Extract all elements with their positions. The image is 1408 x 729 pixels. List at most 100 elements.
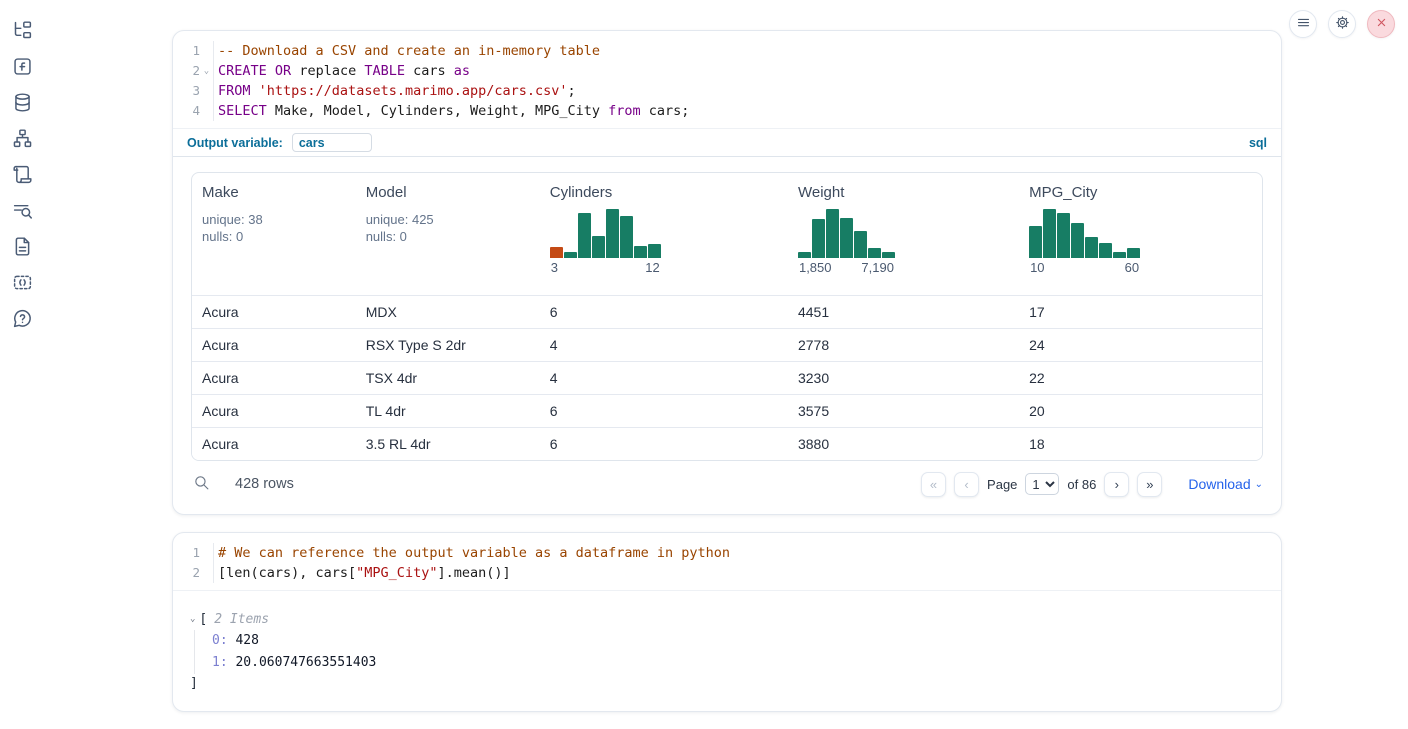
sidebar-item-file-explorer[interactable] <box>11 21 33 43</box>
table-row: AcuraMDX6445117 <box>192 295 1262 328</box>
tree-value: 428 <box>228 633 259 648</box>
code-text: CREATE OR replace TABLE cars as <box>213 61 470 81</box>
output-tree: ⌄ [ 2 Items 0: 4281: 20.060747663551403 … <box>173 590 1281 694</box>
file-explorer-icon <box>12 20 33 44</box>
sidebar-item-scratchpad[interactable] <box>11 165 33 187</box>
menu-button[interactable] <box>1289 10 1317 38</box>
tree-key: 1: <box>212 655 228 670</box>
close-button[interactable] <box>1367 10 1395 38</box>
column-label: Make <box>202 184 346 201</box>
table-cell: 6 <box>540 427 788 460</box>
documentation-icon <box>12 236 33 260</box>
last-page-button[interactable]: » <box>1137 472 1162 497</box>
column-header-model[interactable]: Modelunique: 425nulls: 0 <box>356 173 540 295</box>
column-header-cylinders[interactable]: Cylinders312 <box>540 173 788 295</box>
table-cell: Acura <box>192 394 356 427</box>
gear-icon <box>1335 15 1350 33</box>
page-label: Page <box>987 477 1017 492</box>
histogram-bar <box>578 213 591 258</box>
histogram-bar <box>1099 243 1112 258</box>
axis-max-label: 7,190 <box>861 260 894 275</box>
close-icon <box>1374 15 1389 33</box>
table-cell: Acura <box>192 361 356 394</box>
output-variable-input[interactable] <box>292 133 372 152</box>
page-select[interactable]: 1 <box>1025 473 1059 495</box>
table-row: AcuraRSX Type S 2dr4277824 <box>192 328 1262 361</box>
fold-chevron-icon <box>200 101 213 121</box>
data-sources-icon <box>12 92 33 116</box>
column-header-make[interactable]: Make unique: 38nulls: 0 <box>192 173 356 295</box>
table-cell: Acura <box>192 295 356 328</box>
axis-min-label: 1,850 <box>799 260 832 275</box>
snippets-icon <box>12 272 33 296</box>
line-number: 1 <box>173 41 200 61</box>
next-page-button[interactable]: › <box>1104 472 1129 497</box>
column-label: Weight <box>798 184 1009 201</box>
column-header-mpg_city[interactable]: MPG_City1060 <box>1019 173 1262 295</box>
code-line[interactable]: 3FROM 'https://datasets.marimo.app/cars.… <box>173 81 1281 101</box>
items-count-label: 2 Items <box>214 612 269 627</box>
tree-key: 0: <box>212 633 228 648</box>
code-line[interactable]: 2⌄CREATE OR replace TABLE cars as <box>173 61 1281 81</box>
sidebar <box>0 0 44 729</box>
line-number: 4 <box>173 101 200 121</box>
histogram-bar <box>1057 213 1070 258</box>
collapse-chevron-icon[interactable]: ⌄ <box>190 614 195 624</box>
table-cell: 24 <box>1019 328 1262 361</box>
column-stats: unique: 38nulls: 0 <box>202 211 346 245</box>
axis-min-label: 10 <box>1030 260 1044 275</box>
table-cell: 6 <box>540 394 788 427</box>
table-cell: 18 <box>1019 427 1262 460</box>
code-line[interactable]: 4SELECT Make, Model, Cylinders, Weight, … <box>173 101 1281 121</box>
table-cell: 4 <box>540 328 788 361</box>
histogram-bar <box>620 216 633 258</box>
dependency-graph-icon <box>12 128 33 152</box>
settings-button[interactable] <box>1328 10 1356 38</box>
search-button[interactable] <box>191 474 212 494</box>
column-histogram: 1,850 7,190 <box>798 207 895 275</box>
histogram-bar <box>1029 226 1042 258</box>
sidebar-item-snippets[interactable] <box>11 273 33 295</box>
sidebar-item-dependency-graph[interactable] <box>11 129 33 151</box>
sidebar-item-data-sources[interactable] <box>11 93 33 115</box>
column-stats: unique: 425nulls: 0 <box>366 211 530 245</box>
table-cell: 4 <box>540 361 788 394</box>
table-cell: MDX <box>356 295 540 328</box>
sidebar-item-logs[interactable] <box>11 201 33 223</box>
fold-chevron-icon <box>200 41 213 61</box>
line-number: 3 <box>173 81 200 101</box>
line-number: 2 <box>173 61 200 81</box>
code-text: -- Download a CSV and create an in-memor… <box>213 41 600 61</box>
open-bracket: [ <box>199 612 207 627</box>
table-cell: 4451 <box>788 295 1019 328</box>
column-header-weight[interactable]: Weight 1,850 7,190 <box>788 173 1019 295</box>
code-line[interactable]: 2[len(cars), cars["MPG_City"].mean()] <box>173 563 1281 583</box>
line-number: 1 <box>173 543 200 563</box>
table-cell: 17 <box>1019 295 1262 328</box>
sql-code-editor[interactable]: 1 -- Download a CSV and create an in-memo… <box>173 31 1281 128</box>
tree-entry: 1: 20.060747663551403 <box>212 652 1281 674</box>
histogram-bar <box>812 219 825 258</box>
column-label: MPG_City <box>1029 184 1252 201</box>
column-label: Cylinders <box>550 184 778 201</box>
fold-chevron-icon <box>200 81 213 101</box>
logs-icon <box>12 200 33 224</box>
sidebar-item-help[interactable] <box>11 309 33 331</box>
table-cell: 6 <box>540 295 788 328</box>
code-line[interactable]: 1# We can reference the output variable … <box>173 543 1281 563</box>
histogram-bar <box>634 246 647 258</box>
prev-page-button[interactable]: ‹ <box>954 472 979 497</box>
histogram-bar <box>564 252 577 258</box>
python-code-editor[interactable]: 1# We can reference the output variable … <box>173 533 1281 590</box>
download-button[interactable]: Download ⌄ <box>1188 476 1263 492</box>
first-page-button[interactable]: « <box>921 472 946 497</box>
sidebar-item-documentation[interactable] <box>11 237 33 259</box>
fold-chevron-icon[interactable]: ⌄ <box>200 61 213 81</box>
language-badge: sql <box>1249 136 1267 150</box>
histogram-bar <box>854 231 867 258</box>
code-line[interactable]: 1 -- Download a CSV and create an in-memo… <box>173 41 1281 61</box>
table-cell: Acura <box>192 328 356 361</box>
table-footer: 428 rows « ‹ Page 1 of 86 › » Download ⌄ <box>191 461 1263 507</box>
sidebar-item-variables[interactable] <box>11 57 33 79</box>
close-bracket: ] <box>190 674 1281 694</box>
